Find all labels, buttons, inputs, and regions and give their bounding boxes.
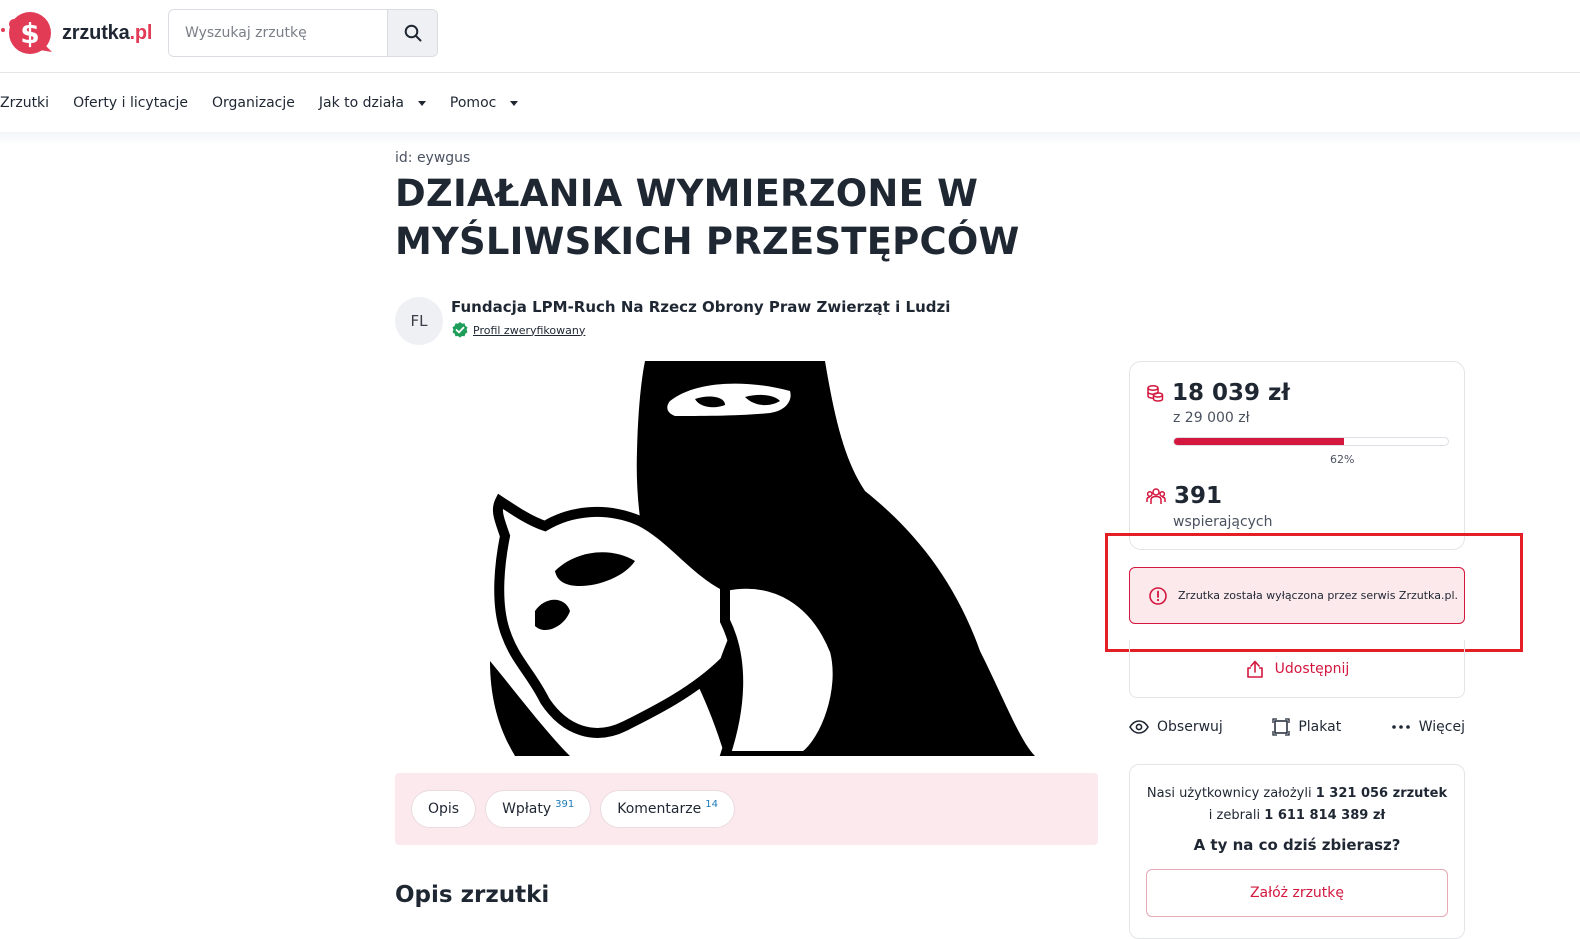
chevron-down-icon: [417, 100, 426, 106]
promo-middle: i zebrali: [1208, 808, 1261, 823]
logo-text: zrzutka.pl: [62, 21, 153, 44]
page-title: DZIAŁANIA WYMIERZONE W MYŚLIWSKICH PRZES…: [395, 172, 1020, 263]
nav-item-jak-to-dziala[interactable]: Jak to działa: [319, 95, 426, 111]
nav-item-oferty[interactable]: Oferty i licytacje: [73, 95, 188, 111]
goal-amount: z 29 000 zł: [1173, 410, 1250, 426]
share-button[interactable]: Udostępnij: [1129, 640, 1465, 698]
fundraiser-cover-image: [395, 361, 1095, 756]
content-tabs: Opis Wpłaty 391 Komentarze 14: [395, 773, 1098, 845]
tab-count: 391: [555, 798, 575, 810]
follow-label: Obserwuj: [1157, 719, 1223, 735]
search-box: [168, 9, 438, 57]
nav-shadow: [0, 132, 1580, 146]
highlight-annotation: [1105, 533, 1523, 652]
share-label: Udostępnij: [1274, 660, 1350, 677]
promo-count: 1 321 056 zrzutek: [1315, 786, 1448, 801]
organizer-name[interactable]: Fundacja LPM-Ruch Na Rzecz Obrony Praw Z…: [451, 298, 950, 316]
site-header: $ zrzutka.pl: [0, 0, 1580, 73]
nav-item-pomoc[interactable]: Pomoc: [449, 95, 519, 111]
svg-text:$: $: [20, 17, 39, 50]
nav-item-organizacje[interactable]: Organizacje: [212, 95, 295, 111]
tab-wplaty[interactable]: Wpłaty 391: [485, 790, 592, 828]
tab-label: Opis: [428, 801, 460, 817]
supporters-label: wspierających: [1173, 514, 1273, 530]
progress-percent: 62%: [1330, 453, 1355, 466]
promo-prefix: Nasi użytkownicy założyli: [1146, 786, 1312, 801]
coins-icon: [1147, 385, 1164, 402]
nav-label: Pomoc: [449, 95, 497, 111]
eye-icon: [1129, 720, 1149, 734]
verified-badge[interactable]: Profil zweryfikowany: [451, 321, 950, 339]
fundraiser-id: id: eywgus: [395, 150, 471, 166]
tab-opis[interactable]: Opis: [411, 790, 477, 828]
avatar[interactable]: FL: [395, 297, 443, 345]
nav-label: Jak to działa: [318, 95, 404, 111]
verified-label: Profil zweryfikowany: [473, 323, 586, 337]
nav-label: Organizacje: [211, 95, 295, 111]
tab-label: Komentarze: [617, 801, 702, 817]
description-heading: Opis zrzutki: [395, 882, 550, 908]
search-button[interactable]: [387, 10, 437, 56]
follow-button[interactable]: Obserwuj: [1129, 719, 1223, 735]
raised-amount: 18 039 zł: [1172, 380, 1290, 406]
piggy-logo-icon: $: [1, 12, 52, 54]
progress-fill: [1174, 438, 1344, 445]
nav-label: Zrzutki: [0, 95, 50, 111]
progress-bar: [1173, 437, 1449, 446]
tab-count: 14: [705, 798, 718, 810]
promo-stats: Nasi użytkownicy założyli 1 321 056 zrzu…: [1130, 783, 1464, 827]
poster-icon: [1272, 718, 1290, 736]
secondary-actions: Obserwuj Plakat Więcej: [1129, 712, 1465, 742]
nav-item-zrzutki[interactable]: Zrzutki: [0, 95, 49, 111]
stats-card: 18 039 zł z 29 000 zł 62% 391 wspierając…: [1129, 361, 1465, 550]
main-nav: Zrzutki Oferty i licytacje Organizacje J…: [0, 74, 1580, 132]
supporters-icon: [1146, 488, 1166, 504]
more-button[interactable]: Więcej: [1391, 719, 1465, 735]
supporters-count: 391: [1174, 483, 1223, 509]
search-icon: [404, 24, 421, 42]
poster-label: Plakat: [1298, 719, 1342, 735]
search-input[interactable]: [169, 10, 387, 56]
chevron-down-icon: [510, 100, 519, 106]
site-logo[interactable]: $ zrzutka.pl: [0, 10, 152, 56]
nav-label: Oferty i licytacje: [73, 95, 188, 111]
organizer-block: FL Fundacja LPM-Ruch Na Rzecz Obrony Pra…: [395, 297, 950, 345]
more-label: Więcej: [1418, 719, 1465, 735]
promo-card: Nasi użytkownicy założyli 1 321 056 zrzu…: [1129, 764, 1465, 939]
tab-komentarze[interactable]: Komentarze 14: [600, 790, 735, 828]
poster-button[interactable]: Plakat: [1272, 718, 1341, 736]
share-icon: [1246, 660, 1263, 678]
create-fundraiser-button[interactable]: Załóż zrzutkę: [1146, 869, 1448, 917]
promo-total: 1 611 814 389 zł: [1264, 808, 1386, 823]
verified-check-icon: [452, 322, 468, 338]
more-icon: [1391, 725, 1410, 729]
promo-question: A ty na co dziś zbierasz?: [1193, 836, 1401, 854]
tab-label: Wpłaty: [502, 801, 552, 817]
